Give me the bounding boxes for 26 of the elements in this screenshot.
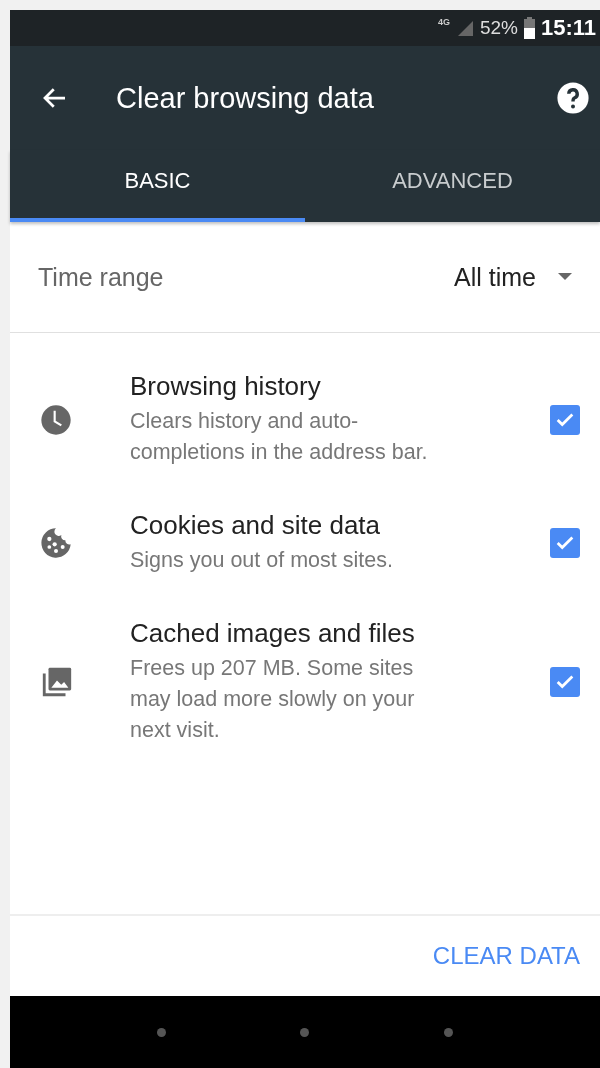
option-title: Cached images and files	[130, 618, 416, 649]
option-title: Cookies and site data	[130, 510, 382, 541]
checkbox[interactable]	[550, 404, 580, 435]
option-description: Signs you out of most sites.	[130, 547, 394, 574]
image-stack-icon	[40, 665, 74, 699]
option-description: Frees up 207 MB. Some sites may load more slowly on your next visit.	[130, 655, 416, 744]
battery-icon	[523, 17, 535, 39]
battery-percent: 52%	[479, 17, 518, 39]
nav-dot[interactable]	[300, 1027, 310, 1037]
checkbox[interactable]	[550, 667, 580, 697]
cookie-icon	[40, 527, 72, 559]
option-title: Browsing history	[130, 371, 322, 402]
help-icon[interactable]	[556, 81, 590, 115]
network-label: 4G	[437, 17, 450, 27]
page-title: Clear browsing data	[116, 81, 375, 115]
dropdown-caret-icon[interactable]	[558, 273, 572, 281]
option-description: Clears history and auto-completions in the address bar.	[130, 408, 429, 466]
checkbox[interactable]	[550, 528, 580, 558]
nav-dot[interactable]	[157, 1027, 167, 1037]
nav-dot[interactable]	[443, 1027, 453, 1037]
tab[interactable]: BASIC	[10, 150, 305, 222]
clock-time: 15:11	[540, 15, 596, 41]
tab[interactable]: ADVANCED	[305, 150, 600, 222]
time-range-label: Time range	[38, 262, 165, 292]
clock-icon	[40, 403, 72, 436]
time-range-dropdown[interactable]: All time	[454, 262, 536, 292]
